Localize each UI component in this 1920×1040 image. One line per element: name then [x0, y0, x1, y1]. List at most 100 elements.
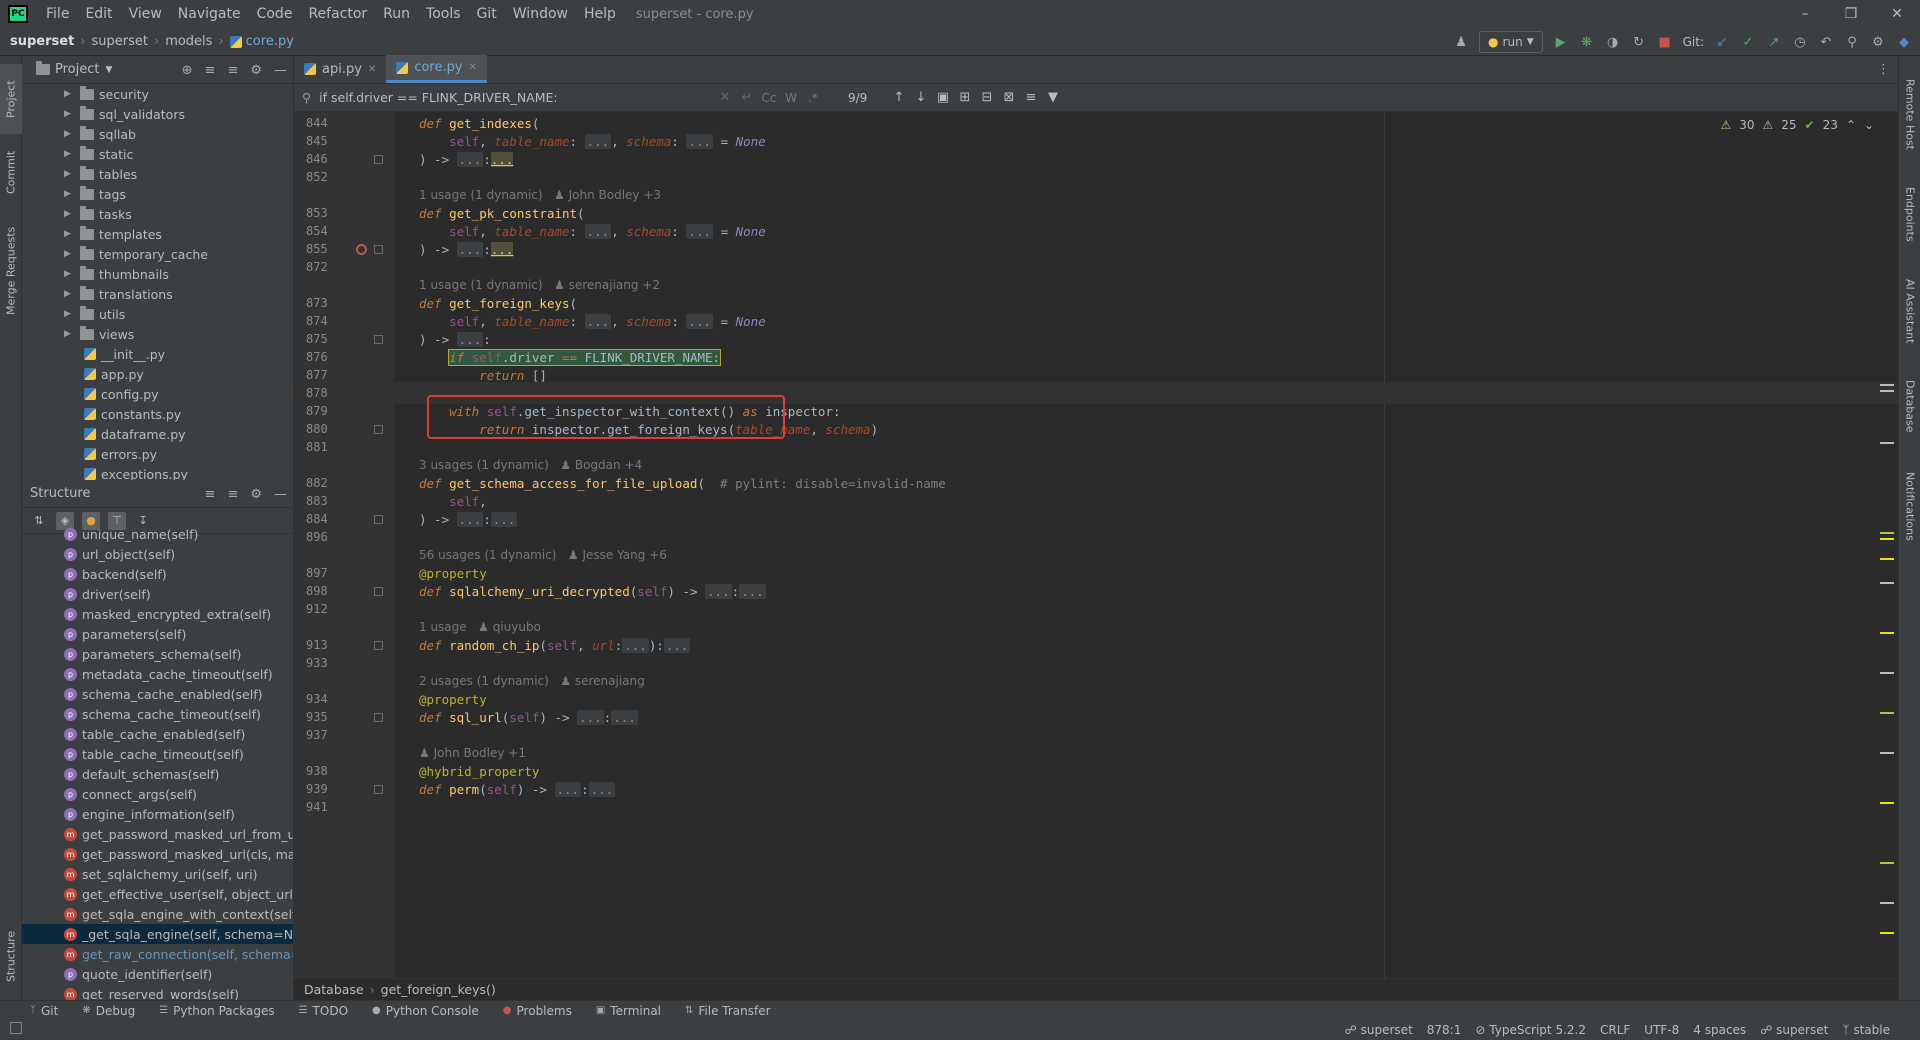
structure-item[interactable]: p default_schemas(self): [22, 764, 293, 784]
fold-marker[interactable]: [374, 154, 383, 164]
user-icon[interactable]: ♟: [1453, 34, 1469, 50]
menu-tools[interactable]: Tools: [418, 0, 469, 28]
arrow-down-icon[interactable]: ↓: [910, 90, 932, 105]
structure-item[interactable]: p engine_information(self): [22, 804, 293, 824]
stop-icon[interactable]: ■: [1657, 34, 1673, 50]
fold-marker[interactable]: [374, 424, 383, 434]
profile-icon[interactable]: ↻: [1631, 34, 1647, 50]
structure-item[interactable]: p table_cache_timeout(self): [22, 744, 293, 764]
sort-alpha-icon[interactable]: ⇅: [30, 512, 48, 530]
structure-item[interactable]: p url_object(self): [22, 544, 293, 564]
menu-file[interactable]: File: [38, 0, 77, 28]
rollback-icon[interactable]: ↶: [1818, 34, 1834, 50]
tree-folder[interactable]: ▶ tags: [22, 184, 293, 204]
structure-item[interactable]: p metadata_cache_timeout(self): [22, 664, 293, 684]
menu-git[interactable]: Git: [469, 0, 505, 28]
tree-folder[interactable]: ▶ templates: [22, 224, 293, 244]
run-configuration-select[interactable]: ● run ▼: [1479, 31, 1543, 53]
chevron-right-icon[interactable]: ▶: [64, 129, 76, 139]
gear-icon[interactable]: ⚙: [1870, 34, 1886, 50]
layout-icon[interactable]: [10, 1022, 22, 1034]
jetbrains-icon[interactable]: ◆: [1896, 34, 1912, 50]
chevron-down-icon[interactable]: ▼: [105, 65, 112, 75]
fold-marker[interactable]: [374, 712, 383, 722]
structure-item[interactable]: m get_reserved_words(self): [22, 984, 293, 1000]
menu-view[interactable]: View: [121, 0, 170, 28]
chevron-right-icon[interactable]: ▶: [64, 269, 76, 279]
fold-marker[interactable]: [374, 640, 383, 650]
tree-folder[interactable]: ▶ tables: [22, 164, 293, 184]
tool-tab-commit[interactable]: Commit: [0, 142, 22, 202]
chevron-right-icon[interactable]: ▶: [64, 89, 76, 99]
coverage-icon[interactable]: ◑: [1605, 34, 1621, 50]
tool-tab-structure[interactable]: Structure: [0, 916, 22, 996]
structure-item-selected[interactable]: m _get_sqla_engine(self, schema=None: [22, 924, 293, 944]
chevron-right-icon[interactable]: ▶: [64, 229, 76, 239]
structure-item[interactable]: p table_cache_enabled(self): [22, 724, 293, 744]
hide-icon[interactable]: —: [274, 63, 287, 78]
chevron-right-icon[interactable]: ▶: [64, 149, 76, 159]
structure-item[interactable]: p driver(self): [22, 584, 293, 604]
git-update-icon[interactable]: ↙: [1714, 34, 1730, 50]
collapse-all-icon[interactable]: ≡: [227, 63, 238, 78]
menu-window[interactable]: Window: [505, 0, 576, 28]
chevron-right-icon[interactable]: ▶: [64, 189, 76, 199]
structure-item[interactable]: p schema_cache_enabled(self): [22, 684, 293, 704]
tab-core-py[interactable]: core.py ✕: [386, 55, 487, 83]
tree-folder[interactable]: ▶ temporary_cache: [22, 244, 293, 264]
show-properties-icon[interactable]: ◈: [56, 511, 74, 530]
expand-all-icon[interactable]: ≡: [205, 487, 216, 502]
structure-item[interactable]: p masked_encrypted_extra(self): [22, 604, 293, 624]
structure-item[interactable]: p connect_args(self): [22, 784, 293, 804]
close-icon[interactable]: ✕: [1874, 0, 1920, 28]
collapse-all-icon[interactable]: ≡: [227, 487, 238, 502]
tree-folder[interactable]: ▶ views: [22, 324, 293, 344]
regex-toggle[interactable]: .*: [802, 91, 824, 105]
breadcrumb-project[interactable]: superset: [10, 34, 74, 49]
structure-item[interactable]: p quote_identifier(self): [22, 964, 293, 984]
line-separator[interactable]: CRLF: [1600, 1023, 1630, 1037]
more-icon[interactable]: ⋮: [1877, 62, 1890, 77]
git-push-icon[interactable]: ↗: [1766, 34, 1782, 50]
tree-file[interactable]: constants.py: [22, 404, 293, 424]
tool-problems[interactable]: ● Problems: [503, 1004, 572, 1018]
tree-file[interactable]: app.py: [22, 364, 293, 384]
locate-icon[interactable]: ⊕: [182, 63, 193, 78]
code-editor[interactable]: ⚠ 30 ⚠ 25 ✔ 23 ⌃ ⌄ 844 def get_indexes( 845 …: [294, 112, 1898, 978]
structure-item[interactable]: m get_raw_connection(self, schema=No: [22, 944, 293, 964]
menu-refactor[interactable]: Refactor: [300, 0, 375, 28]
tool-python-packages[interactable]: ☰ Python Packages: [159, 1004, 274, 1018]
close-icon[interactable]: ✕: [469, 62, 477, 73]
chevron-right-icon[interactable]: ▶: [64, 109, 76, 119]
fold-marker[interactable]: [374, 334, 383, 344]
chevron-right-icon[interactable]: ▶: [64, 289, 76, 299]
tool-terminal[interactable]: ▣ Terminal: [596, 1004, 661, 1018]
expand-all-icon[interactable]: ≡: [205, 63, 216, 78]
tree-file[interactable]: config.py: [22, 384, 293, 404]
chevron-right-icon[interactable]: ▶: [64, 169, 76, 179]
breadcrumb-file[interactable]: core.py: [246, 34, 294, 49]
close-icon[interactable]: ✕: [368, 64, 376, 75]
restore-icon[interactable]: ❐: [1828, 0, 1874, 28]
breakpoint-icon[interactable]: [356, 244, 367, 255]
tool-tab-ai-assistant[interactable]: AI Assistant: [1899, 266, 1920, 356]
hide-icon[interactable]: —: [274, 487, 287, 502]
breadcrumb-package[interactable]: superset: [92, 34, 148, 49]
tree-folder[interactable]: ▶ security: [22, 84, 293, 104]
menu-edit[interactable]: Edit: [77, 0, 120, 28]
structure-item[interactable]: m set_sqlalchemy_uri(self, uri): [22, 864, 293, 884]
menu-help[interactable]: Help: [576, 0, 624, 28]
tree-folder[interactable]: ▶ tasks: [22, 204, 293, 224]
tool-file-transfer[interactable]: ⇅ File Transfer: [685, 1004, 771, 1018]
structure-item[interactable]: p parameters_schema(self): [22, 644, 293, 664]
structure-item[interactable]: p backend(self): [22, 564, 293, 584]
tool-debug[interactable]: ❋ Debug: [82, 1004, 135, 1018]
project-status[interactable]: ☍ superset: [1760, 1023, 1828, 1037]
caret-position[interactable]: 878:1: [1427, 1023, 1462, 1037]
menu-code[interactable]: Code: [249, 0, 301, 28]
search-icon[interactable]: ⚲: [1844, 34, 1860, 50]
structure-item[interactable]: m get_sqla_engine_with_context(self, sc: [22, 904, 293, 924]
git-commit-icon[interactable]: ✓: [1740, 34, 1756, 50]
select-all-occurrences-icon[interactable]: ▣: [932, 90, 954, 105]
structure-item[interactable]: m get_password_masked_url(cls, maske: [22, 844, 293, 864]
